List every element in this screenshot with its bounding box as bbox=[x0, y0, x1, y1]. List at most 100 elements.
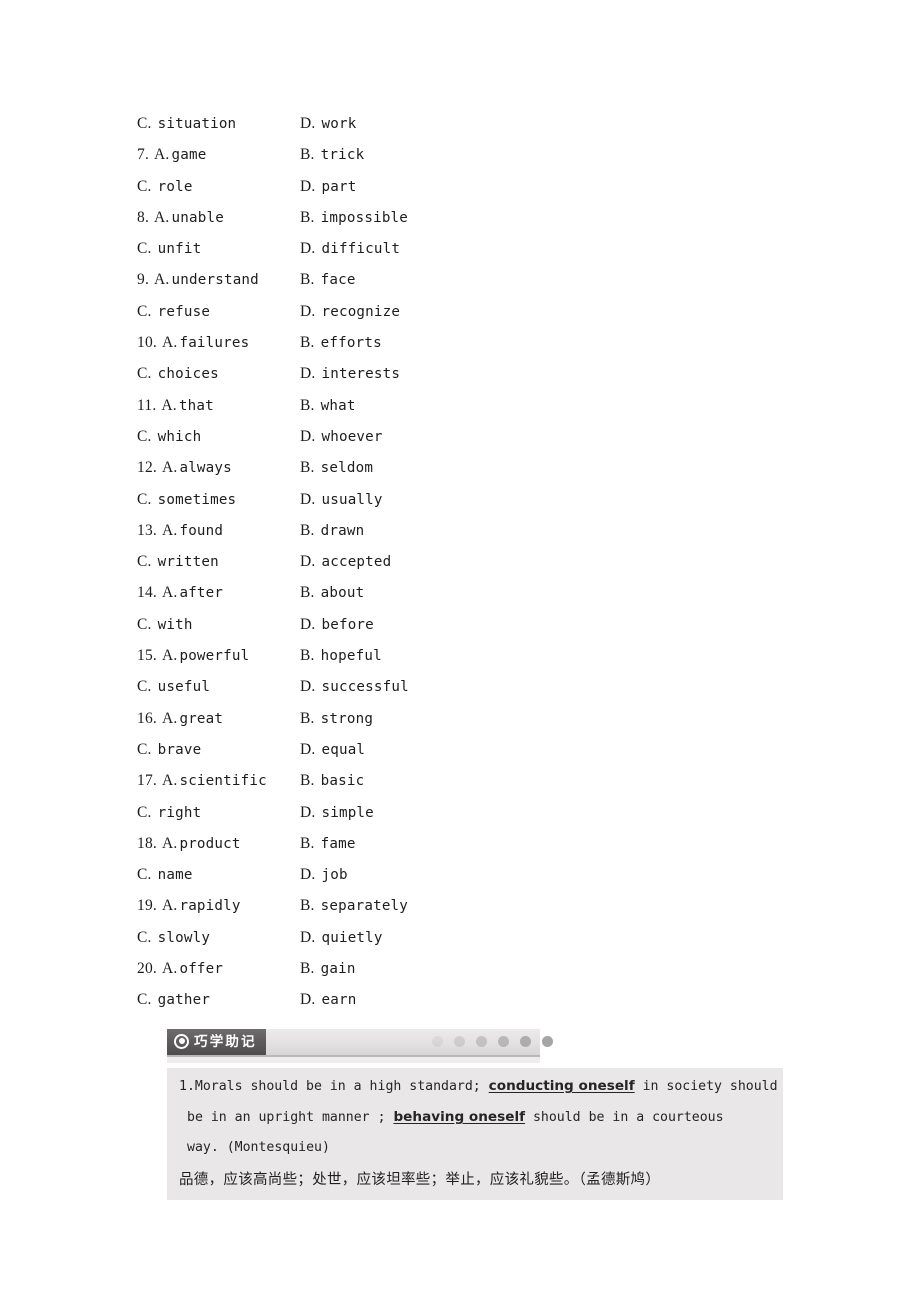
option-word-a: name bbox=[157, 867, 193, 884]
option-cell-a: 9. A. understand bbox=[137, 264, 300, 296]
option-word-a: sometimes bbox=[157, 491, 237, 508]
option-word-a: game bbox=[171, 147, 207, 164]
section-header-tab-label: 巧学助记 bbox=[194, 1034, 257, 1050]
option-letter-a: C. bbox=[137, 240, 152, 258]
option-word-b: usually bbox=[321, 491, 383, 508]
option-word-a: situation bbox=[157, 116, 237, 132]
option-word-a: role bbox=[157, 178, 193, 195]
option-cell-b: D. whoever bbox=[300, 421, 600, 453]
option-cell-a: C. sometimes bbox=[137, 484, 300, 516]
decorative-dot bbox=[498, 1036, 509, 1047]
option-letter-a: C. bbox=[137, 490, 152, 508]
option-number: 19. bbox=[137, 897, 157, 915]
option-cell-a: C. right bbox=[137, 797, 300, 829]
option-letter-a: A. bbox=[161, 647, 178, 665]
option-cell-a: C. unfit bbox=[137, 233, 300, 265]
option-letter-a: A. bbox=[161, 521, 178, 539]
option-cell-a: 16. A. great bbox=[137, 703, 300, 735]
option-letter-a: A. bbox=[161, 709, 178, 727]
option-letter-b: D. bbox=[300, 615, 316, 633]
option-letter-b: D. bbox=[300, 490, 316, 508]
option-letter-b: B. bbox=[300, 521, 315, 539]
option-row: 10. A. failures B. efforts bbox=[137, 327, 797, 358]
option-row: 18. A. product B. fame bbox=[137, 828, 797, 859]
option-number: 14. bbox=[137, 584, 157, 602]
option-cell-b: B. basic bbox=[300, 765, 600, 797]
option-letter-a: C. bbox=[137, 115, 152, 132]
option-word-a: choices bbox=[157, 366, 219, 383]
quote-keyword-conducting-oneself: conducting oneself bbox=[488, 1078, 635, 1094]
option-number: 15. bbox=[137, 647, 157, 665]
option-row: 7. A. game B. trick bbox=[137, 139, 797, 170]
option-word-a: gather bbox=[157, 992, 211, 1009]
quote-line2-separator: ; bbox=[369, 1110, 394, 1125]
option-letter-a: A. bbox=[161, 772, 178, 790]
option-cell-b: B. about bbox=[300, 577, 600, 609]
section-header-tab: 巧学助记 bbox=[167, 1029, 266, 1055]
option-word-a: refuse bbox=[157, 303, 211, 320]
quote-line-3-attribution: way. (Montesquieu) bbox=[187, 1140, 330, 1155]
option-letter-b: D. bbox=[300, 177, 316, 195]
option-word-a: great bbox=[179, 710, 224, 727]
option-number: 8. bbox=[137, 208, 150, 226]
option-letter-a: C. bbox=[137, 866, 152, 884]
option-word-b: efforts bbox=[320, 335, 382, 352]
option-letter-b: B. bbox=[300, 647, 315, 665]
option-cell-b: B. gain bbox=[300, 953, 600, 985]
option-cell-a: C. which bbox=[137, 421, 300, 453]
option-cell-a: C. written bbox=[137, 546, 300, 578]
option-letter-a: C. bbox=[137, 177, 152, 195]
option-cell-b: B. efforts bbox=[300, 327, 600, 359]
option-number: 11. bbox=[137, 396, 157, 414]
option-cell-b: B. hopeful bbox=[300, 640, 600, 672]
option-word-b: about bbox=[320, 585, 365, 602]
option-word-b: fame bbox=[320, 835, 356, 852]
option-cell-b: B. face bbox=[300, 264, 600, 296]
option-word-b: impossible bbox=[320, 209, 409, 226]
option-cell-a: C. name bbox=[137, 859, 300, 891]
option-letter-b: B. bbox=[300, 459, 315, 477]
option-cell-b: D. work bbox=[300, 108, 600, 140]
option-word-a: rapidly bbox=[179, 898, 241, 915]
option-letter-a: C. bbox=[137, 740, 152, 758]
option-cell-b: B. what bbox=[300, 390, 600, 422]
option-letter-a: C. bbox=[137, 678, 152, 696]
option-word-a: with bbox=[157, 616, 193, 633]
option-word-b: whoever bbox=[321, 428, 383, 445]
option-word-a: that bbox=[178, 397, 214, 414]
filled-circle-icon bbox=[174, 1033, 189, 1049]
option-cell-b: D. earn bbox=[300, 984, 600, 1016]
option-cell-a: 10. A. failures bbox=[137, 327, 300, 359]
option-letter-b: D. bbox=[300, 866, 316, 884]
option-cell-b: D. simple bbox=[300, 797, 600, 829]
decorative-dot bbox=[454, 1036, 465, 1047]
option-letter-b: B. bbox=[300, 271, 315, 289]
option-cell-b: D. successful bbox=[300, 671, 600, 703]
option-letter-b: B. bbox=[300, 772, 315, 790]
option-row: 12. A. always B. seldom bbox=[137, 452, 797, 483]
option-row: C. useful D. successful bbox=[137, 671, 797, 702]
option-cell-a: C. gather bbox=[137, 984, 300, 1016]
option-row: 17. A. scientific B. basic bbox=[137, 765, 797, 796]
option-number: 13. bbox=[137, 521, 157, 539]
option-row: C. unfit D. difficult bbox=[137, 233, 797, 264]
option-letter-a: C. bbox=[137, 427, 152, 445]
quote-line1-pre: Morals should be in a high standard bbox=[194, 1079, 473, 1094]
option-letter-b: D. bbox=[300, 365, 316, 383]
option-cell-a: 18. A. product bbox=[137, 828, 300, 860]
quote-translation-chinese: 品德，应该高尚些；处世，应该坦率些；举止，应该礼貌些。（孟德斯鸠） bbox=[179, 1172, 661, 1188]
option-word-b: gain bbox=[320, 961, 356, 978]
quote-line-2: be in an upright manner ; behaving onese… bbox=[187, 1109, 773, 1125]
option-cell-a: C. with bbox=[137, 609, 300, 641]
option-letter-b: D. bbox=[300, 427, 316, 445]
option-cell-b: B. strong bbox=[300, 703, 600, 735]
option-row: 8. A. unable B. impossible bbox=[137, 202, 797, 233]
option-word-a: written bbox=[157, 554, 219, 571]
option-letter-b: B. bbox=[300, 960, 315, 978]
option-number: 18. bbox=[137, 834, 157, 852]
option-letter-a: A. bbox=[154, 146, 170, 164]
decorative-dot bbox=[520, 1036, 531, 1047]
option-cell-b: B. fame bbox=[300, 828, 600, 860]
decorative-dot bbox=[432, 1036, 443, 1047]
option-cell-a: 8. A. unable bbox=[137, 202, 300, 234]
